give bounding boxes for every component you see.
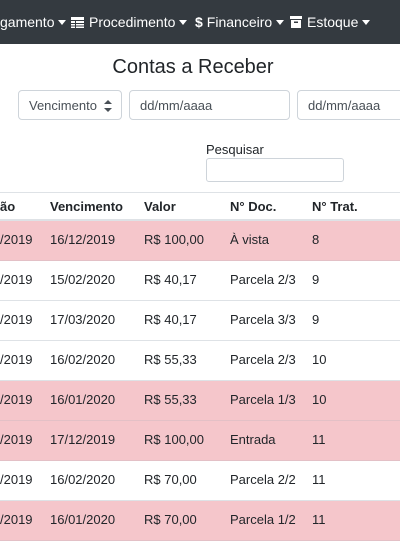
filter-type-select[interactable]: Vencimento (18, 90, 122, 120)
table-row[interactable]: /2019 16/02/2020 R$ 70,00 Parcela 2/2 11 (0, 461, 400, 501)
box-icon (290, 15, 302, 31)
nav-estoque-menu[interactable]: Estoque (290, 14, 371, 31)
nav-estoque-label: Estoque (307, 14, 359, 30)
search-label: Pesquisar (206, 142, 264, 157)
cell-valor: R$ 40,17 (144, 272, 197, 287)
table-icon (71, 15, 84, 31)
cell-num-doc: Parcela 1/3 (230, 392, 296, 407)
cell-num-trat: 9 (312, 272, 320, 287)
nav-procedimento-menu[interactable]: Procedimento (71, 14, 188, 31)
cell-emissao: /2019 (0, 352, 33, 367)
table-header-row: ão Vencimento Valor N° Doc. N° Trat. (0, 192, 400, 221)
date-to-placeholder: dd/mm/aaaa (308, 98, 381, 113)
chevron-down-icon (179, 20, 188, 25)
cell-emissao: /2019 (0, 512, 33, 527)
cell-vencimento: 16/02/2020 (50, 352, 116, 367)
nav-procedimento-label: Procedimento (89, 14, 176, 30)
cell-num-trat: 11 (312, 472, 326, 487)
chevron-down-icon (276, 20, 285, 25)
cell-emissao: /2019 (0, 392, 33, 407)
top-navbar: gamento Procedimento $ Financeiro Estoque (0, 0, 400, 44)
cell-num-trat: 9 (312, 312, 320, 327)
header-emissao[interactable]: ão (0, 199, 15, 214)
cell-num-doc: Parcela 1/2 (230, 512, 296, 527)
header-num-trat[interactable]: N° Trat. (312, 199, 358, 214)
cell-num-trat: 11 (312, 432, 326, 447)
cell-num-trat: 10 (312, 392, 327, 407)
cell-emissao: /2019 (0, 432, 33, 447)
cell-valor: R$ 70,00 (144, 512, 197, 527)
cell-num-doc: À vista (230, 232, 270, 247)
dollar-icon: $ (195, 14, 203, 30)
nav-pagamento-label: gamento (0, 14, 55, 30)
page-title: Contas a Receber (112, 56, 274, 78)
cell-vencimento: 16/12/2019 (50, 232, 116, 247)
cell-num-doc: Parcela 2/2 (230, 472, 296, 487)
table-row[interactable]: /2019 15/02/2020 R$ 40,17 Parcela 2/3 9 (0, 261, 400, 301)
chevron-down-icon (362, 20, 371, 25)
cell-valor: R$ 40,17 (144, 312, 197, 327)
cell-num-doc: Parcela 2/3 (230, 352, 296, 367)
date-to-input[interactable]: dd/mm/aaaa (297, 90, 400, 120)
nav-pagamento-menu[interactable]: gamento (0, 14, 67, 30)
table-row[interactable]: /2019 16/12/2019 R$ 100,00 À vista 8 (0, 221, 400, 261)
receivables-table: ão Vencimento Valor N° Doc. N° Trat. /20… (0, 192, 400, 541)
cell-emissao: /2019 (0, 472, 33, 487)
cell-num-doc: Parcela 3/3 (230, 312, 296, 327)
cell-emissao: /2019 (0, 272, 33, 287)
cell-vencimento: 17/03/2020 (50, 312, 116, 327)
date-from-input[interactable]: dd/mm/aaaa (129, 90, 290, 120)
table-row[interactable]: /2019 17/03/2020 R$ 40,17 Parcela 3/3 9 (0, 301, 400, 341)
cell-valor: R$ 55,33 (144, 352, 197, 367)
cell-num-trat: 8 (312, 232, 320, 247)
table-row[interactable]: /2019 16/01/2020 R$ 55,33 Parcela 1/3 10 (0, 381, 400, 421)
header-num-doc[interactable]: N° Doc. (230, 199, 276, 214)
cell-vencimento: 16/01/2020 (50, 392, 116, 407)
cell-vencimento: 15/02/2020 (50, 272, 116, 287)
chevron-down-icon (58, 20, 67, 25)
date-from-placeholder: dd/mm/aaaa (140, 98, 213, 113)
cell-valor: R$ 55,33 (144, 392, 197, 407)
nav-financeiro-label: Financeiro (206, 14, 273, 30)
cell-vencimento: 17/12/2019 (50, 432, 116, 447)
cell-valor: R$ 70,00 (144, 472, 197, 487)
header-valor[interactable]: Valor (144, 199, 176, 214)
cell-valor: R$ 100,00 (144, 232, 204, 247)
cell-valor: R$ 100,00 (144, 432, 204, 447)
table-row[interactable]: /2019 16/01/2020 R$ 70,00 Parcela 1/2 11 (0, 501, 400, 541)
cell-num-doc: Parcela 2/3 (230, 272, 296, 287)
nav-financeiro-menu[interactable]: $ Financeiro (195, 14, 285, 30)
cell-vencimento: 16/02/2020 (50, 472, 116, 487)
search-input[interactable] (206, 158, 344, 182)
cell-emissao: /2019 (0, 232, 33, 247)
header-vencimento[interactable]: Vencimento (50, 199, 123, 214)
select-arrows-icon (104, 100, 112, 112)
cell-emissao: /2019 (0, 312, 33, 327)
filter-type-value: Vencimento (29, 98, 97, 113)
cell-num-trat: 10 (312, 352, 327, 367)
cell-num-doc: Entrada (230, 432, 276, 447)
table-row[interactable]: /2019 17/12/2019 R$ 100,00 Entrada 11 (0, 421, 400, 461)
table-row[interactable]: /2019 16/02/2020 R$ 55,33 Parcela 2/3 10 (0, 341, 400, 381)
cell-num-trat: 11 (312, 512, 326, 527)
cell-vencimento: 16/01/2020 (50, 512, 116, 527)
